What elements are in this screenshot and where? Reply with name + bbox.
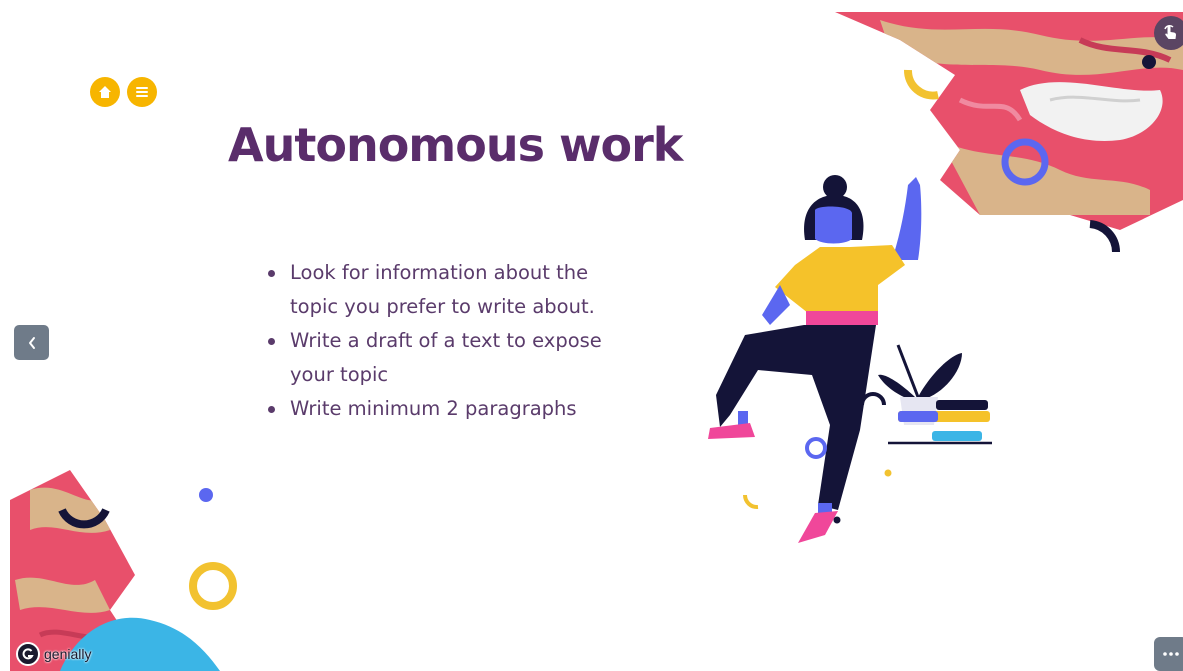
genially-logo-icon [16,642,40,666]
list-item: Write minimum 2 paragraphs [266,392,626,426]
menu-icon [136,87,148,97]
more-options-button[interactable] [1154,637,1183,671]
bottom-left-marble-decoration [10,470,237,671]
slide-canvas: Autonomous work Look for information abo… [0,0,1183,671]
list-item: Write a draft of a text to expose your t… [266,324,626,392]
previous-slide-button[interactable] [14,325,49,360]
more-dots-icon [1163,652,1179,656]
bullet-list: Look for information about the topic you… [266,256,626,426]
slide-title: Autonomous work [228,118,683,172]
chevron-left-icon [28,336,35,349]
home-icon [99,86,111,98]
genially-badge[interactable]: genially [16,641,91,667]
woman-illustration [708,175,992,543]
menu-button[interactable] [127,77,157,107]
interactivity-button[interactable] [1154,16,1183,50]
genially-label: genially [44,646,92,662]
home-button[interactable] [90,77,120,107]
hand-pointer-icon [1164,25,1176,39]
list-item: Look for information about the topic you… [266,256,626,324]
